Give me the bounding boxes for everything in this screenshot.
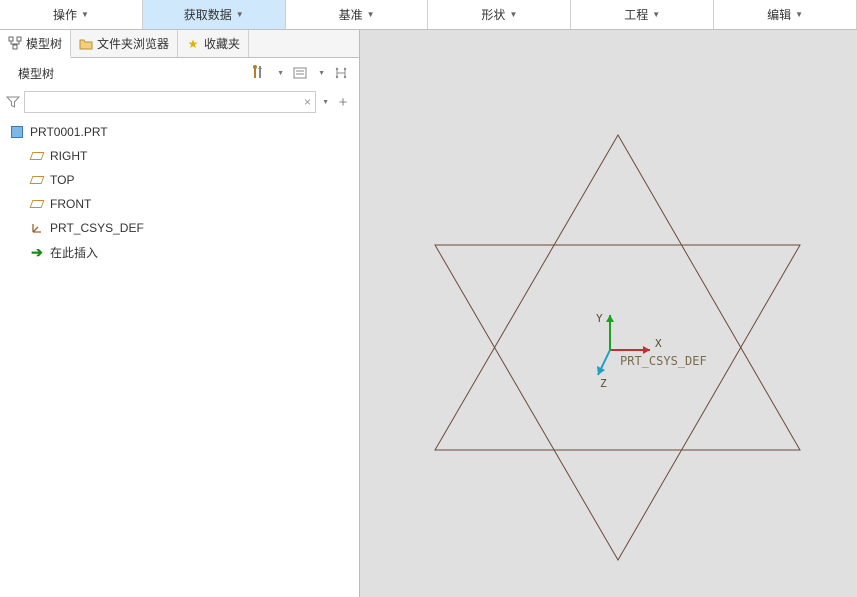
- panel-head: 模型树 ▼ ▼: [0, 58, 359, 88]
- plane-icon: [30, 197, 44, 211]
- subtab-label: 模型树: [26, 35, 62, 52]
- ribbon-tab-edit[interactable]: 编辑 ▼: [714, 0, 857, 29]
- axis-z-label: Z: [600, 377, 607, 390]
- filter-row: × ▼ +: [0, 88, 359, 116]
- ribbon-tab-label: 基准: [339, 6, 363, 23]
- plane-icon: [30, 149, 44, 163]
- part-icon: [10, 125, 24, 139]
- subtab-label: 文件夹浏览器: [97, 35, 169, 52]
- tree-item-front[interactable]: FRONT: [0, 192, 359, 216]
- ribbon-tab-label: 形状: [481, 6, 505, 23]
- main-content: 模型树 文件夹浏览器 ★ 收藏夹 模型树 ▼ ▼: [0, 30, 857, 597]
- ribbon-tab-shape[interactable]: 形状 ▼: [428, 0, 571, 29]
- tree-label: FRONT: [50, 197, 91, 211]
- clear-icon[interactable]: ×: [304, 95, 311, 109]
- star-icon: ★: [186, 37, 200, 51]
- tree-item-csys[interactable]: PRT_CSYS_DEF: [0, 216, 359, 240]
- sidebar-tabs: 模型树 文件夹浏览器 ★ 收藏夹: [0, 30, 359, 58]
- tree-label: PRT0001.PRT: [30, 125, 108, 139]
- chevron-down-icon[interactable]: ▼: [277, 70, 284, 77]
- tree-label: 在此插入: [50, 244, 98, 261]
- tree-label: RIGHT: [50, 149, 87, 163]
- subtab-favorites[interactable]: ★ 收藏夹: [178, 30, 249, 57]
- ribbon-tab-label: 获取数据: [184, 6, 232, 23]
- model-tree: PRT0001.PRT RIGHT TOP FRONT PRT_CSYS_DEF: [0, 116, 359, 268]
- chevron-down-icon: ▼: [795, 10, 803, 19]
- chevron-down-icon: ▼: [236, 10, 244, 19]
- tree-item-right[interactable]: RIGHT: [0, 144, 359, 168]
- ribbon-tab-datum[interactable]: 基准 ▼: [286, 0, 429, 29]
- tree-label: TOP: [50, 173, 74, 187]
- viewport-3d[interactable]: X Y Z PRT_CSYS_DEF: [360, 30, 857, 597]
- filter-input[interactable]: [29, 94, 304, 110]
- tree-item-insert-here[interactable]: ➔ 在此插入: [0, 240, 359, 264]
- panel-title: 模型树: [8, 65, 249, 82]
- ribbon-tab-engineer[interactable]: 工程 ▼: [571, 0, 714, 29]
- tree-label: PRT_CSYS_DEF: [50, 221, 144, 235]
- ribbon-tab-label: 编辑: [767, 6, 791, 23]
- folder-icon: [79, 37, 93, 51]
- filter-input-wrap: ×: [24, 91, 316, 113]
- chevron-down-icon: ▼: [652, 10, 660, 19]
- csys-icon: [30, 221, 44, 235]
- tree-icon: [8, 36, 22, 50]
- tools-settings-icon[interactable]: [249, 63, 269, 83]
- axis-x-label: X: [655, 337, 662, 350]
- filter-icon[interactable]: [6, 95, 20, 109]
- chevron-down-icon[interactable]: ▼: [322, 99, 329, 106]
- show-settings-icon[interactable]: [290, 63, 310, 83]
- sidebar: 模型树 文件夹浏览器 ★ 收藏夹 模型树 ▼ ▼: [0, 30, 360, 597]
- csys-triad: X Y Z PRT_CSYS_DEF: [596, 312, 707, 390]
- viewport-canvas: X Y Z PRT_CSYS_DEF: [360, 30, 857, 597]
- ribbon-tab-operate[interactable]: 操作 ▼: [0, 0, 143, 29]
- subtab-label: 收藏夹: [204, 35, 240, 52]
- plane-icon: [30, 173, 44, 187]
- tree-item-top[interactable]: TOP: [0, 168, 359, 192]
- sketch-geometry: [435, 135, 800, 560]
- ribbon-tab-getdata[interactable]: 获取数据 ▼: [143, 0, 286, 29]
- add-icon[interactable]: +: [333, 92, 353, 112]
- subtab-model-tree[interactable]: 模型树: [0, 30, 71, 58]
- tree-root[interactable]: PRT0001.PRT: [0, 120, 359, 144]
- tree-options-icon[interactable]: [331, 63, 351, 83]
- insert-arrow-icon: ➔: [30, 245, 44, 259]
- ribbon: 操作 ▼ 获取数据 ▼ 基准 ▼ 形状 ▼ 工程 ▼ 编辑 ▼: [0, 0, 857, 30]
- ribbon-tab-label: 工程: [624, 6, 648, 23]
- chevron-down-icon: ▼: [509, 10, 517, 19]
- panel-tools: ▼ ▼: [249, 63, 351, 83]
- ribbon-tab-label: 操作: [53, 6, 77, 23]
- axis-y-label: Y: [596, 312, 603, 325]
- chevron-down-icon[interactable]: ▼: [318, 70, 325, 77]
- chevron-down-icon: ▼: [367, 10, 375, 19]
- csys-label: PRT_CSYS_DEF: [620, 354, 707, 368]
- subtab-folder-browser[interactable]: 文件夹浏览器: [71, 30, 178, 57]
- chevron-down-icon: ▼: [81, 10, 89, 19]
